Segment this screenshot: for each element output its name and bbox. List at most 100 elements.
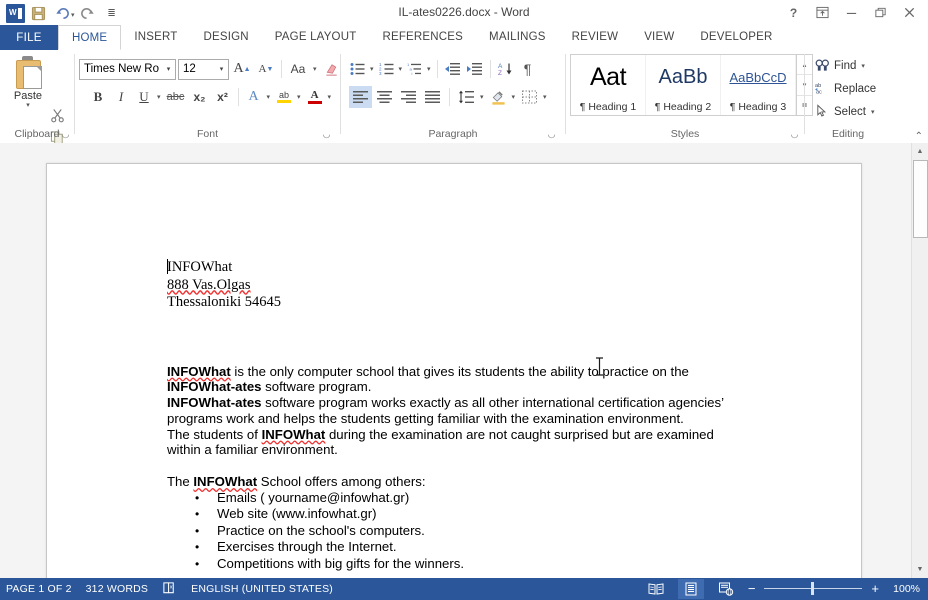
grow-font-icon[interactable]: A ▲ xyxy=(231,58,253,80)
tab-file[interactable]: FILE xyxy=(0,25,58,50)
customize-quick-access-icon[interactable]: ≣ xyxy=(101,2,123,24)
decrease-indent-icon[interactable] xyxy=(442,58,464,80)
underline-caret-icon[interactable]: ▾ xyxy=(156,93,163,101)
shading-caret-icon[interactable]: ▾ xyxy=(511,93,518,101)
font-size-combo[interactable]: 12 ▾ xyxy=(178,58,229,80)
scroll-up-button[interactable]: ▲ xyxy=(912,143,928,160)
language-indicator[interactable]: ENGLISH (UNITED STATES) xyxy=(191,583,333,595)
align-left-button[interactable] xyxy=(349,86,372,108)
minimize-icon[interactable] xyxy=(837,0,866,25)
strikethrough-button[interactable]: abc xyxy=(164,86,188,108)
style-heading-1[interactable]: Aat ¶ Heading 1 xyxy=(571,55,646,115)
bold-button[interactable]: B xyxy=(87,86,109,108)
shading-icon[interactable] xyxy=(487,86,510,108)
superscript-button[interactable]: x² xyxy=(212,86,234,108)
clipboard-dialog-launcher[interactable]: ◡ xyxy=(60,129,71,140)
show-formatting-marks-icon[interactable]: ¶ xyxy=(517,58,539,80)
save-icon[interactable] xyxy=(27,2,49,24)
change-case-caret-icon[interactable]: ▾ xyxy=(312,65,319,73)
zoom-level-label[interactable]: 100% xyxy=(888,583,920,595)
font-family-caret-icon[interactable]: ▾ xyxy=(162,65,175,73)
tab-view[interactable]: VIEW xyxy=(631,25,687,50)
word-window: IL-ates0226.docx - Word W ▾ ≣ ? FILE HOM… xyxy=(0,0,928,600)
justify-button[interactable] xyxy=(421,86,444,108)
bullets-icon[interactable] xyxy=(347,58,369,80)
replace-button[interactable]: ab ac Replace xyxy=(815,78,876,100)
align-center-button[interactable] xyxy=(373,86,396,108)
help-icon[interactable]: ? xyxy=(779,0,808,25)
font-size-caret-icon[interactable]: ▾ xyxy=(215,65,228,73)
collapse-ribbon-icon[interactable]: ⌃ xyxy=(915,131,923,142)
tab-mailings[interactable]: MAILINGS xyxy=(476,25,559,50)
line-spacing-caret-icon[interactable]: ▾ xyxy=(479,93,486,101)
vertical-scrollbar[interactable]: ▲ ▼ xyxy=(911,143,928,578)
tab-developer[interactable]: DEVELOPER xyxy=(687,25,785,50)
tab-references[interactable]: REFERENCES xyxy=(369,25,476,50)
style-heading-3[interactable]: AaBbCcD ¶ Heading 3 xyxy=(721,55,796,115)
zoom-out-button[interactable]: − xyxy=(748,582,756,595)
tab-design[interactable]: DESIGN xyxy=(190,25,261,50)
scroll-down-button[interactable]: ▼ xyxy=(912,561,928,578)
proofing-errors-icon[interactable]: x xyxy=(162,581,177,598)
subscript-button[interactable]: x₂ xyxy=(189,86,211,108)
paste-button[interactable]: Paste ▾ xyxy=(6,54,50,126)
font-color-icon[interactable]: A xyxy=(304,86,326,108)
text-effects-caret-icon[interactable]: ▾ xyxy=(266,93,273,101)
highlight-caret-icon[interactable]: ▾ xyxy=(296,93,303,101)
sort-icon[interactable]: A Z xyxy=(495,58,517,80)
word-logo-icon: W xyxy=(6,3,25,23)
tab-insert[interactable]: INSERT xyxy=(121,25,190,50)
list-item: Emails ( yourname@infowhat.gr) xyxy=(195,490,747,507)
close-icon[interactable] xyxy=(895,0,924,25)
text-effects-icon[interactable]: A xyxy=(243,86,265,108)
document-canvas[interactable]: INFOWhat 888 Vas.Olgas Thessaloniki 5464… xyxy=(0,143,928,578)
font-family-combo[interactable]: Times New Ro ▾ xyxy=(79,58,176,80)
select-button[interactable]: Select ▾ xyxy=(815,101,876,123)
restore-icon[interactable] xyxy=(866,0,895,25)
undo-caret-icon[interactable]: ▾ xyxy=(71,11,75,19)
borders-caret-icon[interactable]: ▾ xyxy=(542,93,549,101)
view-read-mode-button[interactable] xyxy=(643,579,669,599)
shrink-font-icon[interactable]: A ▼ xyxy=(255,58,277,80)
redo-icon[interactable] xyxy=(77,2,99,24)
tab-page-layout[interactable]: PAGE LAYOUT xyxy=(262,25,370,50)
font-color-caret-icon[interactable]: ▾ xyxy=(327,93,334,101)
underline-button[interactable]: U xyxy=(133,86,155,108)
styles-dialog-launcher[interactable]: ◡ xyxy=(789,129,800,140)
font-dialog-launcher[interactable]: ◡ xyxy=(321,129,332,140)
text-highlight-icon[interactable]: ab xyxy=(273,86,295,108)
cut-icon[interactable] xyxy=(46,104,68,126)
scrollbar-thumb[interactable] xyxy=(913,160,928,238)
document-page[interactable]: INFOWhat 888 Vas.Olgas Thessaloniki 5464… xyxy=(46,163,862,578)
document-text[interactable]: INFOWhat 888 Vas.Olgas Thessaloniki 5464… xyxy=(167,259,747,572)
numbering-icon[interactable]: 1 2 3 xyxy=(376,58,398,80)
view-print-layout-button[interactable] xyxy=(677,579,704,599)
find-caret-icon[interactable]: ▾ xyxy=(860,62,867,70)
select-caret-icon[interactable]: ▾ xyxy=(870,108,877,116)
word-count[interactable]: 312 WORDS xyxy=(86,583,148,595)
change-case-icon[interactable]: Aa xyxy=(286,58,310,80)
style-preview: AaBb xyxy=(658,65,708,88)
multilevel-caret-icon[interactable]: ▾ xyxy=(426,65,433,73)
borders-icon[interactable] xyxy=(518,86,541,108)
find-button[interactable]: Find ▾ xyxy=(815,55,867,77)
doc-brand-3: INFOWhat-ates xyxy=(167,395,262,411)
italic-button[interactable]: I xyxy=(110,86,132,108)
style-heading-2[interactable]: AaBb ¶ Heading 2 xyxy=(646,55,721,115)
tab-home[interactable]: HOME xyxy=(58,25,122,50)
undo-icon[interactable] xyxy=(51,2,73,24)
paste-caret-icon[interactable]: ▾ xyxy=(6,102,50,110)
page-indicator[interactable]: PAGE 1 OF 2 xyxy=(6,583,72,595)
multilevel-list-icon[interactable]: 1 a i xyxy=(404,58,426,80)
ribbon-display-options-icon[interactable] xyxy=(808,0,837,25)
tab-review[interactable]: REVIEW xyxy=(559,25,632,50)
increase-indent-icon[interactable] xyxy=(464,58,486,80)
ribbon-tabs: HOME INSERT DESIGN PAGE LAYOUT REFERENCE… xyxy=(58,25,786,50)
view-web-layout-button[interactable] xyxy=(713,579,739,599)
align-right-button[interactable] xyxy=(397,86,420,108)
line-spacing-icon[interactable] xyxy=(455,86,478,108)
zoom-in-button[interactable]: + xyxy=(871,582,879,595)
zoom-slider-knob[interactable] xyxy=(811,582,815,595)
zoom-slider[interactable] xyxy=(764,582,863,596)
paragraph-dialog-launcher[interactable]: ◡ xyxy=(546,129,557,140)
